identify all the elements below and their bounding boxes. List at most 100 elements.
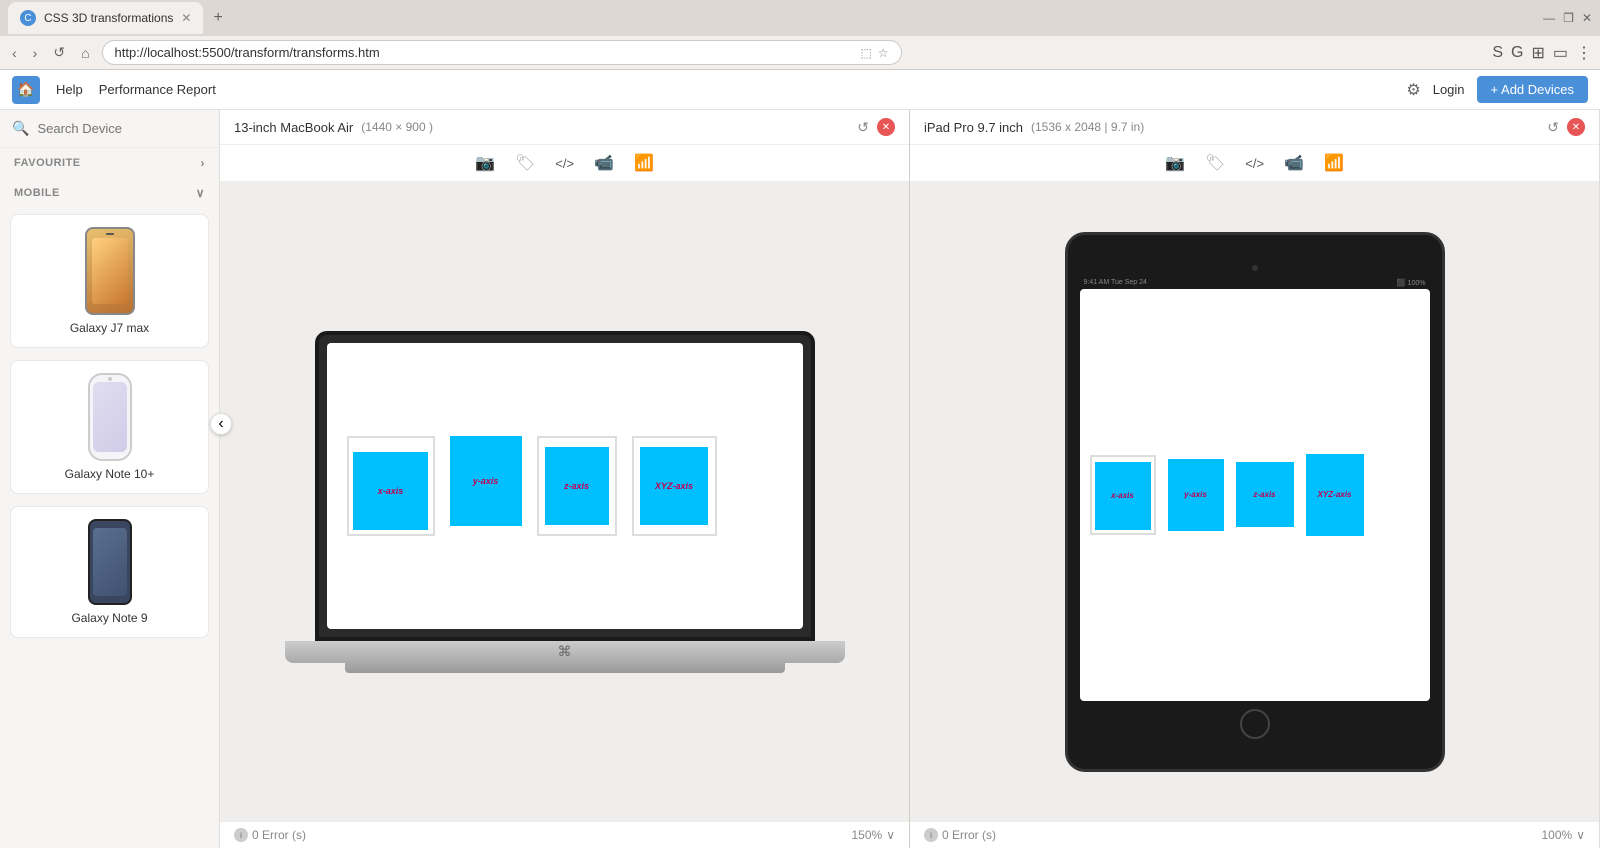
favourite-label: FAVOURITE <box>14 157 81 169</box>
ipad-error-count: 0 Error (s) <box>942 828 996 842</box>
camera-icon[interactable]: 📷 <box>475 153 495 173</box>
y-axis-label: y-axis <box>473 476 499 486</box>
device-name-note9: Galaxy Note 9 <box>71 611 147 625</box>
ipad-home-button[interactable] <box>1240 709 1270 739</box>
macbook-panel-header: 13-inch MacBook Air (1440 × 900 ) ↺ ✕ <box>220 110 909 145</box>
tab-title: CSS 3D transformations <box>44 11 173 25</box>
ipad-xyz-box: XYZ-axis <box>1306 454 1364 536</box>
ipad-statusbar: 9:41 AM Tue Sep 24 ⬛ 100% <box>1080 277 1430 289</box>
macbook-zoom-control[interactable]: 150% ∨ <box>852 828 896 842</box>
device-thumbnail-note10 <box>88 373 132 461</box>
tag-icon[interactable]: 🏷 <box>515 153 535 173</box>
search-input[interactable] <box>37 121 213 136</box>
ipad-error-dot-icon: i <box>924 828 938 842</box>
macbook-screen: x-axis y-axis z-axis <box>315 331 815 641</box>
ipad-camera <box>1252 265 1258 271</box>
ipad-body: 9:41 AM Tue Sep 24 ⬛ 100% x-axis <box>1065 232 1445 772</box>
browser-titlebar: C CSS 3D transformations ✕ + — ❐ ✕ <box>0 0 1600 36</box>
help-link[interactable]: Help <box>56 82 83 97</box>
code-icon[interactable]: </> <box>555 156 574 171</box>
ext-icon-1[interactable]: S <box>1492 44 1503 62</box>
z-axis-label: z-axis <box>564 481 589 491</box>
tab-close-icon[interactable]: ✕ <box>181 11 191 25</box>
add-devices-button[interactable]: + Add Devices <box>1477 76 1588 103</box>
device-card-galaxy-j7[interactable]: Galaxy J7 max <box>10 214 209 348</box>
ipad-z-label: z-axis <box>1253 490 1275 499</box>
sidebar: 🔍 FAVOURITE › MOBILE ∨ Galaxy J7 max G <box>0 110 220 848</box>
xyz-axis-wrapper-mac: XYZ-axis <box>632 436 717 536</box>
extension-icons: S G ⊞ ▭ ⋮ <box>1492 43 1592 63</box>
ipad-video-icon[interactable]: 📹 <box>1284 153 1304 173</box>
main-layout: 🔍 FAVOURITE › MOBILE ∨ Galaxy J7 max G <box>0 110 1600 848</box>
ipad-close-button[interactable]: ✕ <box>1567 118 1585 136</box>
apple-logo: ⌘ <box>558 643 572 660</box>
macbook-reload-icon[interactable]: ↺ <box>857 119 869 136</box>
performance-report-link[interactable]: Performance Report <box>99 82 216 97</box>
ipad-y-label: y-axis <box>1184 490 1207 499</box>
forward-button[interactable]: › <box>29 43 42 63</box>
device-thumbnail-note9 <box>88 519 132 605</box>
ipad-device: 9:41 AM Tue Sep 24 ⬛ 100% x-axis <box>1065 232 1445 772</box>
new-tab-button[interactable]: + <box>213 9 222 27</box>
minimize-button[interactable]: — <box>1543 11 1555 25</box>
reload-button[interactable]: ↺ <box>49 42 69 63</box>
device-card-note10[interactable]: Galaxy Note 10+ <box>10 360 209 494</box>
device-name-j7: Galaxy J7 max <box>70 321 149 335</box>
ipad-x-label: x-axis <box>1111 491 1134 500</box>
ipad-code-icon[interactable]: </> <box>1245 156 1264 171</box>
macbook-error-count: 0 Error (s) <box>252 828 306 842</box>
mobile-label: MOBILE <box>14 187 60 199</box>
macbook-screen-content: x-axis y-axis z-axis <box>327 343 803 629</box>
ext-icon-3[interactable]: ⊞ <box>1531 43 1544 63</box>
ipad-panel: iPad Pro 9.7 inch (1536 x 2048 | 9.7 in)… <box>910 110 1600 848</box>
ipad-screen: x-axis y-axis z-axis <box>1080 289 1430 701</box>
ext-icon-2[interactable]: G <box>1511 44 1523 62</box>
back-button[interactable]: ‹ <box>8 43 21 63</box>
more-menu-button[interactable]: ⋮ <box>1576 43 1592 63</box>
close-window-button[interactable]: ✕ <box>1582 11 1592 25</box>
home-button[interactable]: ⌂ <box>77 43 93 63</box>
browser-tab[interactable]: C CSS 3D transformations ✕ <box>8 2 203 34</box>
wifi-icon[interactable]: 📶 <box>634 153 654 173</box>
favourite-expand-icon[interactable]: › <box>201 156 206 170</box>
address-bar[interactable]: http://localhost:5500/transform/transfor… <box>102 40 902 65</box>
ipad-zoom-value: 100% <box>1542 828 1573 842</box>
ext-icon-4[interactable]: ▭ <box>1553 43 1568 63</box>
mobile-collapse-icon[interactable]: ∨ <box>196 186 205 200</box>
login-button[interactable]: Login <box>1433 82 1465 97</box>
settings-icon[interactable]: ⚙ <box>1406 80 1420 100</box>
xyz-axis-label: XYZ-axis <box>655 481 693 491</box>
header-right: ⚙ Login + Add Devices <box>1406 76 1588 103</box>
ipad-battery: ⬛ 100% <box>1397 279 1426 287</box>
device-thumbnail-j7 <box>85 227 135 315</box>
x-axis-box: x-axis <box>353 452 428 530</box>
zoom-chevron-icon: ∨ <box>886 828 895 842</box>
address-bar-icons: ⬚ ☆ <box>860 46 888 60</box>
macbook-error-indicator: i 0 Error (s) <box>234 828 306 842</box>
y-axis-box: y-axis <box>450 436 522 526</box>
favourite-section-header: FAVOURITE › <box>0 148 219 178</box>
ipad-reload-icon[interactable]: ↺ <box>1547 119 1559 136</box>
macbook-title: 13-inch MacBook Air <box>234 120 353 135</box>
sidebar-collapse-button[interactable]: ‹ <box>210 413 232 435</box>
ipad-zoom-chevron-icon: ∨ <box>1576 828 1585 842</box>
device-name-note10: Galaxy Note 10+ <box>65 467 155 481</box>
maximize-button[interactable]: ❐ <box>1563 11 1574 25</box>
ipad-title: iPad Pro 9.7 inch <box>924 120 1023 135</box>
macbook-panel: 13-inch MacBook Air (1440 × 900 ) ↺ ✕ 📷 … <box>220 110 910 848</box>
window-controls: — ❐ ✕ <box>1543 11 1592 25</box>
ipad-camera-icon[interactable]: 📷 <box>1165 153 1185 173</box>
ipad-panel-header: iPad Pro 9.7 inch (1536 x 2048 | 9.7 in)… <box>910 110 1599 145</box>
ipad-x-wrapper: x-axis <box>1090 455 1156 535</box>
device-card-note9[interactable]: Galaxy Note 9 <box>10 506 209 638</box>
macbook-close-button[interactable]: ✕ <box>877 118 895 136</box>
bookmark-icon[interactable]: ☆ <box>878 46 889 60</box>
macbook-base: ⌘ <box>285 641 845 663</box>
ipad-wifi-icon[interactable]: 📶 <box>1324 153 1344 173</box>
macbook-stand <box>345 663 785 673</box>
video-icon[interactable]: 📹 <box>594 153 614 173</box>
macbook-zoom-value: 150% <box>852 828 883 842</box>
ipad-tag-icon[interactable]: 🏷 <box>1205 153 1225 173</box>
z-axis-wrapper: z-axis <box>537 436 617 536</box>
ipad-zoom-control[interactable]: 100% ∨ <box>1542 828 1586 842</box>
